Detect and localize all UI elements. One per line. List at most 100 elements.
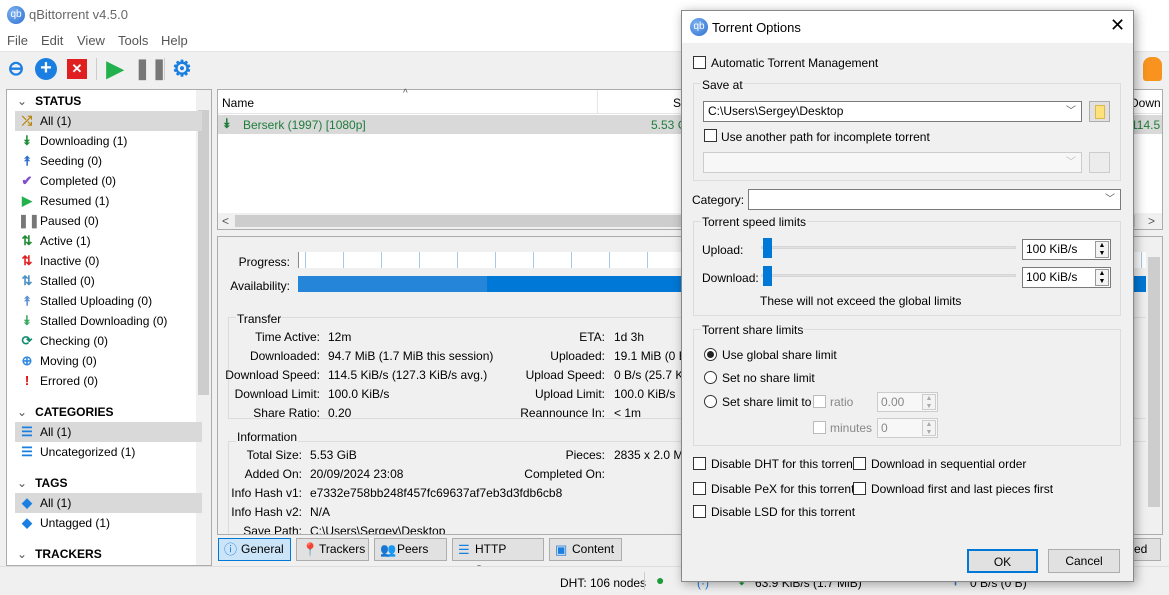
- upload-slider-handle[interactable]: [763, 238, 772, 258]
- category-label: Category:: [692, 193, 745, 207]
- status-filter-active[interactable]: ⇅ Active (1): [15, 231, 202, 251]
- ratio-spinbox[interactable]: 0.00 ▲ ▼: [877, 392, 938, 412]
- upload-slider[interactable]: [761, 246, 1016, 249]
- status-filter-downloading[interactable]: ⯯ Downloading (1): [15, 131, 202, 151]
- browse-incomplete-folder-button[interactable]: [1089, 152, 1110, 173]
- category-1-icon: ☰: [21, 444, 33, 459]
- incomplete-path-checkbox[interactable]: [704, 129, 717, 142]
- minutes-checkbox[interactable]: [813, 421, 826, 434]
- global-share-label: Use global share limit: [722, 348, 837, 362]
- category-1[interactable]: ☰ Uncategorized (1): [15, 442, 202, 462]
- resume-icon[interactable]: ▶: [103, 57, 127, 81]
- menu-view[interactable]: View: [77, 33, 105, 48]
- status-filter-resumed-icon: ▶: [22, 193, 32, 208]
- folder-content-icon: ▣: [555, 542, 568, 557]
- field-value: 0.20: [328, 406, 352, 420]
- status-filter-checking[interactable]: ⟳ Checking (0): [15, 331, 202, 351]
- download-slider-handle[interactable]: [763, 266, 772, 286]
- tab-general[interactable]: ⓘ General: [218, 538, 291, 561]
- status-filter-inactive-icon: ⇅: [21, 253, 33, 268]
- dialog-title: Torrent Options: [712, 20, 801, 35]
- cancel-button[interactable]: Cancel: [1048, 549, 1120, 573]
- incomplete-path-combo[interactable]: ﹀: [703, 152, 1082, 173]
- tab-http-sources[interactable]: ☰HTTP Sources: [452, 538, 544, 577]
- connection-status-icon[interactable]: ●: [656, 572, 664, 588]
- properties-scrollbar[interactable]: [1146, 237, 1162, 534]
- spin-arrows-icon: ▲ ▼: [1095, 269, 1109, 286]
- save-path-combo[interactable]: C:\Users\Sergey\Desktop ﹀: [703, 101, 1082, 122]
- field-label: Save Path:: [243, 524, 302, 535]
- tag-1[interactable]: ◆ Untagged (1): [15, 513, 202, 533]
- sequential-checkbox[interactable]: [853, 457, 866, 470]
- status-filter-stalled-uploading[interactable]: ⯭ Stalled Uploading (0): [15, 291, 202, 311]
- upload-limit-spinbox[interactable]: 100 KiB/s ▲ ▼: [1022, 239, 1111, 260]
- peers-icon: 👥: [380, 542, 397, 557]
- first-last-checkbox[interactable]: [853, 482, 866, 495]
- field-value: C:\Users\Sergey\Desktop: [310, 524, 446, 535]
- options-gear-icon[interactable]: ⚙: [170, 57, 194, 81]
- browse-folder-button[interactable]: [1089, 101, 1110, 122]
- category-combo[interactable]: ﹀: [748, 189, 1121, 210]
- status-header[interactable]: ⌄ STATUS: [17, 94, 81, 108]
- status-filter-resumed[interactable]: ▶ Resumed (1): [15, 191, 202, 211]
- disable-lsd-checkbox[interactable]: [693, 505, 706, 518]
- tab-trackers[interactable]: 📍 Trackers: [296, 538, 369, 561]
- tag-0[interactable]: ◆ All (1): [15, 493, 202, 513]
- column-name[interactable]: Name: [222, 96, 254, 110]
- download-slider[interactable]: [761, 274, 1016, 277]
- disable-pex-label: Disable PeX for this torrent: [711, 482, 855, 496]
- add-torrent-icon[interactable]: +: [35, 58, 57, 80]
- categories-header[interactable]: ⌄ CATEGORIES: [17, 405, 114, 419]
- status-filter-all[interactable]: ⤮ All (1): [15, 111, 202, 131]
- disable-dht-checkbox[interactable]: [693, 457, 706, 470]
- pause-icon[interactable]: ❚❚: [134, 57, 168, 81]
- field-label: Upload Speed:: [525, 368, 605, 382]
- trackers-header[interactable]: ⌄ TRACKERS: [17, 547, 102, 561]
- minutes-spinbox[interactable]: 0 ▲ ▼: [877, 418, 938, 438]
- scrollbar-thumb[interactable]: [1148, 257, 1160, 507]
- download-limit-spinbox[interactable]: 100 KiB/s ▲ ▼: [1022, 267, 1111, 288]
- status-filter-stalled[interactable]: ⇅ Stalled (0): [15, 271, 202, 291]
- global-share-radio[interactable]: [704, 348, 717, 361]
- ok-button[interactable]: OK: [967, 549, 1038, 573]
- status-filter-paused[interactable]: ❚❚ Paused (0): [15, 211, 202, 231]
- status-filter-moving[interactable]: ⊕ Moving (0): [15, 351, 202, 371]
- dialog-title-bar: qb Torrent Options ✕: [682, 11, 1133, 43]
- torrent-down-speed: 114.5: [1131, 118, 1161, 132]
- status-filter-stalled-downloading[interactable]: ⯯ Stalled Downloading (0): [15, 311, 202, 331]
- status-filter-seeding[interactable]: ⯭ Seeding (0): [15, 151, 202, 171]
- menu-file[interactable]: File: [7, 33, 28, 48]
- chevron-down-icon: ﹀: [1066, 106, 1076, 117]
- add-link-icon[interactable]: ⊖: [4, 57, 28, 81]
- set-share-radio[interactable]: [704, 395, 717, 408]
- menu-edit[interactable]: Edit: [41, 33, 63, 48]
- status-filter-downloading-icon: ⯯: [23, 133, 31, 148]
- sequential-label: Download in sequential order: [871, 457, 1027, 471]
- tags-header[interactable]: ⌄ TAGS: [17, 476, 68, 490]
- auto-mgmt-checkbox[interactable]: [693, 56, 706, 69]
- availability-label: Availability:: [230, 279, 290, 293]
- tab-speed[interactable]: ed: [1133, 538, 1161, 561]
- delete-icon[interactable]: ✕: [67, 59, 87, 79]
- lock-icon[interactable]: [1143, 57, 1162, 81]
- chevron-down-icon: ⌄: [17, 476, 28, 490]
- ratio-checkbox[interactable]: [813, 395, 826, 408]
- no-share-radio[interactable]: [704, 371, 717, 384]
- chevron-down-icon: ⌄: [17, 547, 28, 561]
- column-down-speed[interactable]: Down: [1130, 96, 1161, 110]
- menu-tools[interactable]: Tools: [118, 33, 148, 48]
- menu-help[interactable]: Help: [161, 33, 188, 48]
- category-0[interactable]: ☰ All (1): [15, 422, 202, 442]
- scroll-left-icon: <: [222, 214, 230, 228]
- torrent-options-dialog: qb Torrent Options ✕ Automatic Torrent M…: [681, 10, 1134, 582]
- close-icon[interactable]: ✕: [1110, 15, 1125, 36]
- tab-peers[interactable]: 👥 Peers: [374, 538, 447, 561]
- status-filter-errored[interactable]: ! Errored (0): [15, 371, 202, 391]
- field-label: Share Ratio:: [253, 406, 320, 420]
- status-filter-inactive[interactable]: ⇅ Inactive (0): [15, 251, 202, 271]
- status-filter-all-icon: ⤮: [21, 113, 33, 128]
- tab-content[interactable]: ▣ Content: [549, 538, 622, 561]
- status-filter-completed[interactable]: ✔ Completed (0): [15, 171, 202, 191]
- disable-pex-checkbox[interactable]: [693, 482, 706, 495]
- folder-icon: [1095, 105, 1105, 119]
